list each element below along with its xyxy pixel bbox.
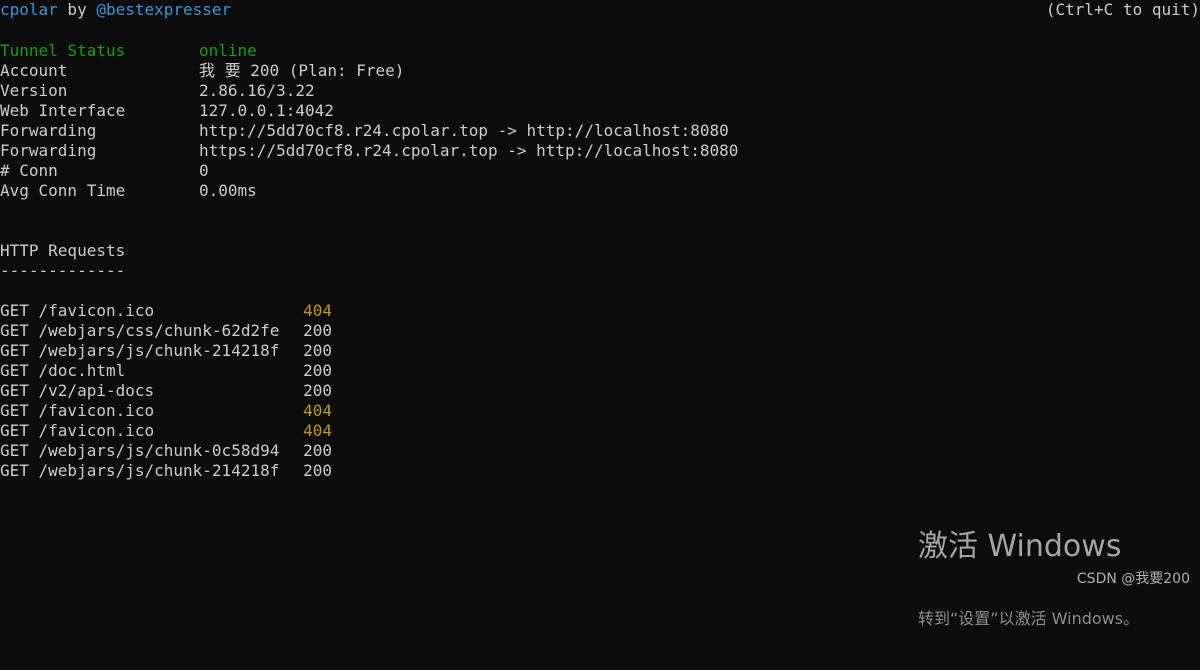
status-value: 127.0.0.1:4042 (199, 101, 334, 120)
http-requests-heading: HTTP Requests (0, 241, 126, 260)
request-row: GET /webjars/js/chunk-0c58d94 200 (0, 441, 1200, 461)
request-status-code: 200 (303, 361, 332, 380)
request-path: GET /favicon.ico (0, 301, 155, 320)
cpolar-brand-label: cpolar (0, 0, 58, 19)
terminal-window[interactable]: cpolar by @bestexpresser (Ctrl+C to quit… (0, 0, 1200, 628)
request-status-code: 404 (303, 401, 332, 420)
request-status-code: 200 (303, 321, 332, 340)
status-row: Version 2.86.16/3.22 (0, 81, 1200, 101)
status-row: Avg Conn Time 0.00ms (0, 181, 1200, 201)
quit-hint: (Ctrl+C to quit) (1045, 0, 1200, 19)
http-requests-list: GET /favicon.ico 404 GET /webjars/css/chun… (0, 301, 1200, 481)
status-label: Account (0, 61, 68, 80)
request-status-code: 200 (303, 441, 332, 460)
cpolar-by-label: by (57, 0, 97, 19)
request-row: GET /favicon.ico 404 (0, 401, 1200, 421)
terminal-header: cpolar by @bestexpresser (Ctrl+C to quit… (0, 0, 1200, 20)
request-status-code: 200 (303, 461, 332, 480)
activation-title: 激活 Windows (918, 529, 1122, 564)
request-row: GET /webjars/js/chunk-214218f 200 (0, 341, 1200, 361)
status-label: Avg Conn Time (0, 181, 126, 200)
tunnel-status-block: Tunnel Status online Account 我 要 200 (Plan:… (0, 41, 1200, 201)
status-row: Tunnel Status online (0, 41, 1200, 61)
status-row: Forwarding http://5dd70cf8.r24.cpolar.top… (0, 121, 1200, 141)
request-status-code: 404 (303, 421, 332, 440)
activation-subtitle: 转到“设置”以激活 Windows。 (918, 609, 1140, 628)
request-row: GET /webjars/js/chunk-214218f 200 (0, 461, 1200, 481)
status-value: 2.86.16/3.22 (199, 81, 315, 100)
status-row: Account 我 要 200 (Plan: Free) (0, 61, 1200, 81)
http-requests-divider: ------------- (0, 261, 126, 280)
status-label: Forwarding (0, 141, 97, 160)
request-row: GET /favicon.ico 404 (0, 421, 1200, 441)
status-label: Forwarding (0, 121, 97, 140)
status-row: # Conn 0 (0, 161, 1200, 181)
request-status-code: 200 (303, 381, 332, 400)
request-row: GET /v2/api-docs 200 (0, 381, 1200, 401)
status-value: 我 要 200 (Plan: Free) (199, 61, 405, 80)
request-row: GET /webjars/css/chunk-62d2fe 200 (0, 321, 1200, 341)
status-value: 0 (199, 161, 209, 180)
request-row: GET /doc.html 200 (0, 361, 1200, 381)
request-row: GET /favicon.ico 404 (0, 301, 1200, 321)
request-path: GET /doc.html (0, 361, 126, 380)
request-path: GET /favicon.ico (0, 421, 155, 440)
csdn-watermark: CSDN @我要200 (1076, 571, 1190, 587)
status-row: Web Interface 127.0.0.1:4042 (0, 101, 1200, 121)
status-value: https://5dd70cf8.r24.cpolar.top -> http:… (199, 141, 739, 160)
request-path: GET /favicon.ico (0, 401, 155, 420)
cpolar-author-handle: @bestexpresser (96, 0, 232, 19)
request-status-code: 200 (303, 341, 332, 360)
status-row: Forwarding https://5dd70cf8.r24.cpolar.to… (0, 141, 1200, 161)
request-path: GET /v2/api-docs (0, 381, 155, 400)
status-label: Web Interface (0, 101, 126, 120)
status-label: # Conn (0, 161, 58, 180)
cpolar-banner: cpolar by @bestexpresser (0, 0, 231, 20)
status-value: http://5dd70cf8.r24.cpolar.top -> http:/… (199, 121, 729, 140)
status-value: online (199, 41, 257, 60)
status-value: 0.00ms (199, 181, 257, 200)
status-label: Tunnel Status (0, 41, 126, 60)
request-status-code: 404 (303, 301, 332, 320)
status-label: Version (0, 81, 68, 100)
